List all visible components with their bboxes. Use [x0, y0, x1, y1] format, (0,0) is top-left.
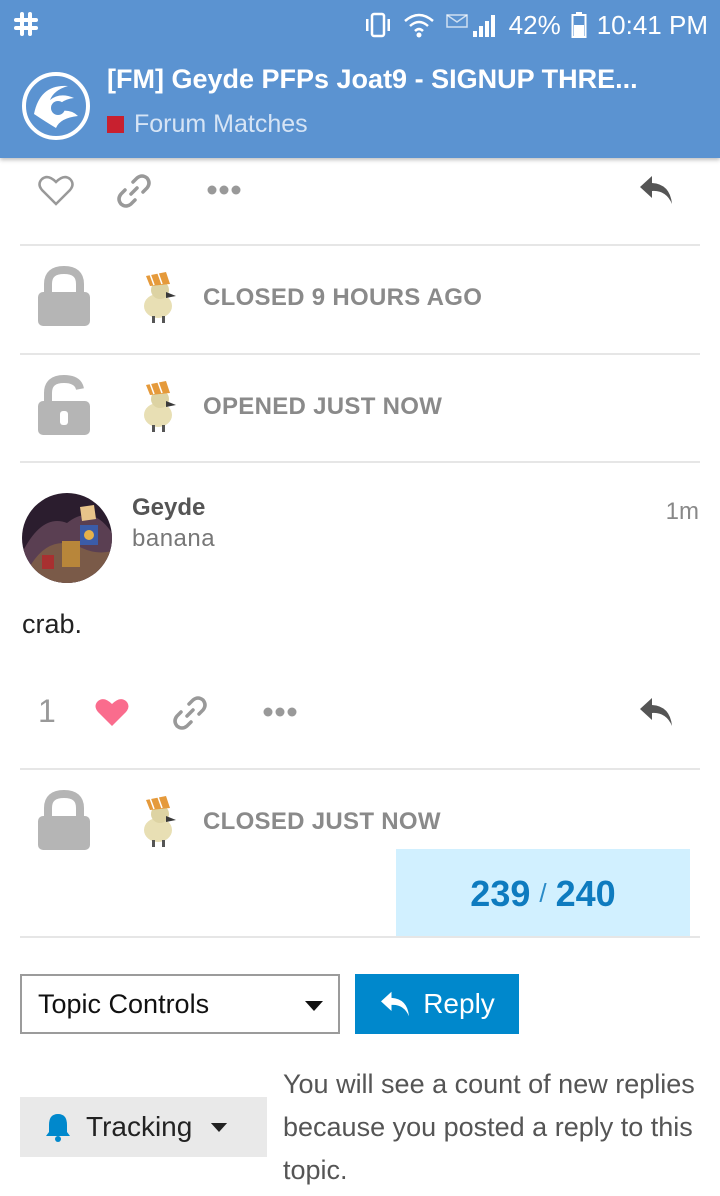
small-action-text: CLOSED JUST NOW: [203, 808, 441, 835]
small-action-opened: OPENED JUST NOW: [20, 357, 700, 457]
bell-icon: [46, 1114, 70, 1142]
user-avatar-small[interactable]: [132, 379, 182, 433]
timeline-total: 240: [555, 872, 616, 914]
clock: 10:41 PM: [596, 9, 708, 40]
small-action-closed: CLOSED 9 HOURS AGO: [20, 248, 700, 348]
divider: [20, 353, 700, 355]
reply-icon[interactable]: [638, 174, 674, 206]
reply-label: Reply: [423, 988, 495, 1019]
site-logo[interactable]: [20, 70, 92, 142]
avatar[interactable]: [22, 493, 112, 583]
user-avatar-small[interactable]: [132, 270, 182, 324]
reply-button[interactable]: Reply: [355, 974, 519, 1034]
timeline-current: 239: [470, 872, 531, 914]
status-bar: 42% 10:41 PM: [0, 0, 720, 50]
more-icon[interactable]: [262, 706, 298, 718]
small-action-text: OPENED JUST NOW: [203, 393, 443, 420]
divider: [20, 461, 700, 463]
wifi-icon: [403, 13, 434, 38]
slack-icon: [14, 12, 38, 36]
timeline-separator: /: [539, 878, 547, 908]
battery-icon: [571, 12, 587, 38]
notification-tracking-button[interactable]: Tracking: [20, 1097, 267, 1157]
battery-percent: 42%: [508, 9, 561, 40]
vibrate-icon: [365, 12, 390, 38]
topic-controls-select[interactable]: Topic Controls: [20, 974, 340, 1034]
category-label: Forum Matches: [134, 110, 308, 138]
post-username[interactable]: Geyde: [132, 494, 205, 522]
caret-down-icon: [305, 1001, 323, 1011]
topic-header: [FM] Geyde PFPs Joat9 - SIGNUP THRE... F…: [0, 50, 720, 158]
topic-controls-label: Topic Controls: [38, 988, 210, 1019]
link-icon[interactable]: [172, 695, 208, 731]
caret-down-icon: [211, 1122, 228, 1132]
header-bar: 42% 10:41 PM [FM] Geyde PFPs Joat9 - SIG…: [0, 0, 720, 158]
heart-icon[interactable]: [38, 174, 74, 206]
topic-title[interactable]: [FM] Geyde PFPs Joat9 - SIGNUP THRE...: [107, 64, 707, 95]
post-user-title: banana: [132, 525, 216, 552]
lock-icon: [38, 266, 90, 326]
divider: [20, 244, 700, 246]
tracking-description: You will see a count of new replies beca…: [283, 1069, 695, 1185]
category-swatch: [107, 116, 124, 133]
link-icon[interactable]: [116, 173, 152, 209]
timeline-progress[interactable]: 239 / 240: [396, 849, 690, 938]
post-body: crab.: [22, 609, 83, 639]
category-badge[interactable]: Forum Matches: [107, 110, 308, 139]
signal-icon: [445, 14, 495, 37]
reply-icon[interactable]: [638, 696, 674, 728]
user-avatar-small[interactable]: [132, 794, 182, 848]
post-actions-previous: [20, 162, 700, 222]
unlock-icon: [38, 375, 90, 435]
post-actions: [20, 682, 700, 742]
more-icon[interactable]: [206, 184, 242, 196]
divider: [20, 768, 700, 770]
small-action-text: CLOSED 9 HOURS AGO: [203, 284, 483, 311]
reply-icon: [381, 991, 410, 1017]
divider: [20, 936, 700, 938]
post-time[interactable]: 1m: [666, 498, 699, 526]
heart-icon[interactable]: [94, 696, 130, 728]
lock-icon: [38, 790, 90, 850]
tracking-label: Tracking: [86, 1111, 193, 1142]
